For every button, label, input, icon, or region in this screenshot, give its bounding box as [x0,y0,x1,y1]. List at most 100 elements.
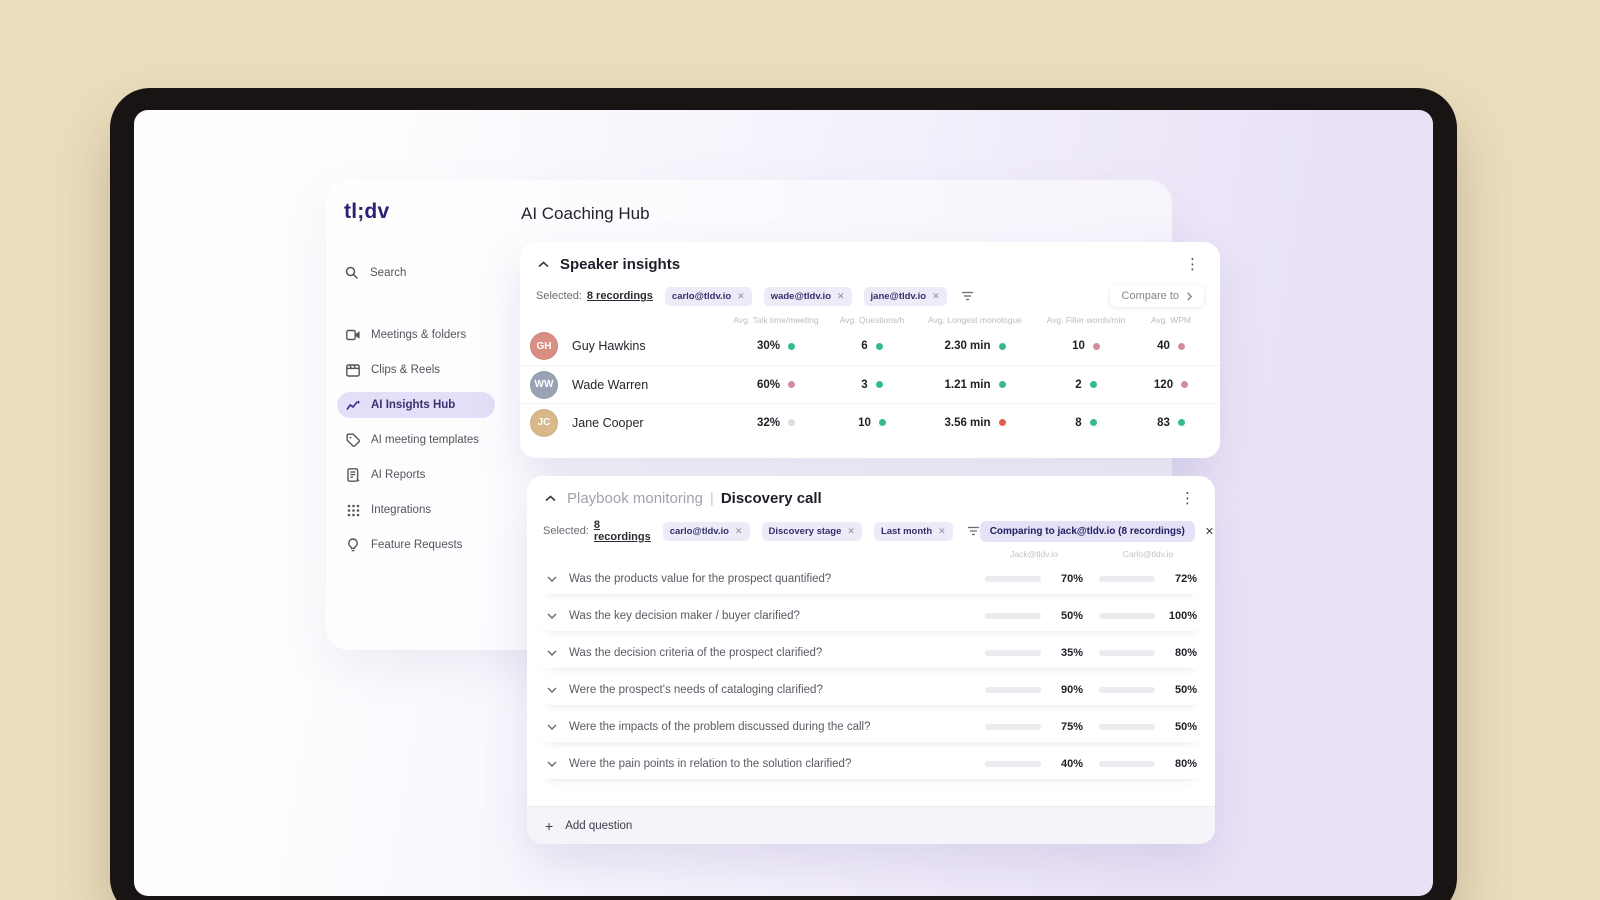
panel-title: Discovery call [720,490,822,507]
percent-value: 80% [1174,758,1197,770]
percent-value: 72% [1174,573,1197,585]
sidebar-item-ai-insights-hub[interactable]: AI Insights Hub [337,392,495,418]
metric-value: 6 [861,340,868,352]
metric-value: 83 [1157,416,1170,429]
sidebar-item-feature-requests[interactable]: Feature Requests [337,532,495,558]
status-dot [998,419,1006,426]
status-dot [998,342,1006,350]
sidebar-item-meetings-folders[interactable]: Meetings & folders [337,322,495,348]
chevron-down-icon[interactable] [547,573,559,585]
sidebar-nav: Meetings & folders Clips & Reels AI Insi… [337,322,495,558]
sidebar-item-integrations[interactable]: Integrations [337,497,495,523]
sidebar-item-label: Clips & Reels [371,364,441,376]
search-label: Search [370,267,407,279]
chevron-down-icon[interactable] [547,758,559,770]
chevron-down-icon[interactable] [547,721,559,733]
kebab-menu-icon[interactable]: ⋮ [1181,255,1204,274]
kebab-menu-icon[interactable]: ⋮ [1176,489,1199,508]
column-header: Avg. Longest monologue [928,315,1022,325]
sidebar-item-ai-meeting-templates[interactable]: AI meeting templates [337,427,495,453]
avatar: WW [530,370,558,399]
panel-title: Speaker insights [560,256,681,273]
chevron-down-icon[interactable] [547,684,559,696]
chip-label: jane@tldv.io [870,290,927,302]
filter-chip[interactable]: Discovery stage ✕ [761,521,862,541]
grid-dots-icon [345,502,361,518]
question-row[interactable]: Was the decision criteria of the prospec… [541,638,1201,668]
filter-chip[interactable]: jane@tldv.io ✕ [863,286,947,306]
close-icon[interactable]: ✕ [938,526,946,537]
metric-value: 2 [1075,378,1082,391]
metric-value: 30% [756,340,781,352]
speaker-name: Jane Cooper [572,415,644,430]
chevron-right-icon [1187,291,1192,301]
sidebar-item-label: AI Insights Hub [371,399,456,411]
laptop-frame: tl;dv Search Meetings & folders Clips & … [110,88,1457,900]
collapse-chevron-up-icon[interactable] [536,258,550,272]
speaker-name: Guy Hawkins [572,339,646,353]
filter-funnel-icon[interactable] [961,291,974,301]
clapperboard-icon [345,362,361,378]
question-row[interactable]: Were the impacts of the problem discusse… [541,712,1201,742]
recordings-link[interactable]: 8 recordings [594,519,651,543]
question-row[interactable]: Were the prospect's needs of cataloging … [541,675,1201,705]
question-text: Were the impacts of the problem discusse… [569,721,871,733]
progress-bar [1099,576,1155,582]
compare-to-button[interactable]: Compare to [1109,285,1204,307]
comparing-badge[interactable]: Comparing to jack@tldv.io (8 recordings) [979,520,1195,542]
progress-bar [1099,724,1155,730]
filter-chip[interactable]: Last month ✕ [873,521,953,541]
close-icon[interactable]: ✕ [735,526,743,537]
percent-value: 90% [1060,684,1083,696]
question-text: Were the pain points in relation to the … [569,758,852,770]
question-row[interactable]: Were the pain points in relation to the … [541,749,1201,779]
collapse-chevron-up-icon[interactable] [543,492,557,506]
close-icon[interactable]: ✕ [737,291,745,302]
search-button[interactable]: Search [344,265,406,281]
close-icon[interactable]: ✕ [847,526,855,537]
table-row[interactable]: JC Jane Cooper 32% 10 3.56 min 8 83 [520,403,1220,441]
filter-funnel-icon[interactable] [967,526,980,536]
filter-chip[interactable]: carlo@tldv.io ✕ [664,286,752,306]
table-row[interactable]: WW Wade Warren 60% 3 1.21 min 2 120 [520,365,1220,403]
progress-bar [985,724,1041,730]
close-icon[interactable]: ✕ [1205,525,1214,538]
close-icon[interactable]: ✕ [837,291,845,302]
chip-label: carlo@tldv.io [669,525,729,537]
chevron-down-icon[interactable] [547,610,559,622]
status-dot [1089,419,1097,426]
progress-bar [1099,613,1155,619]
sidebar-item-clips-reels[interactable]: Clips & Reels [337,357,495,383]
status-dot [998,381,1006,388]
filter-chip[interactable]: carlo@tldv.io ✕ [662,521,750,541]
question-row[interactable]: Was the products value for the prospect … [541,564,1201,594]
percent-value: 50% [1174,684,1197,696]
metric-value: 2.30 min [944,340,991,352]
metric-value: 10 [1072,340,1085,352]
status-dot [1089,381,1097,388]
metric-value: 10 [858,416,871,429]
add-question-button[interactable]: + Add question [527,806,1215,844]
metric-value: 3 [861,378,868,391]
status-dot [1092,342,1100,350]
metric-value: 32% [756,416,781,429]
title-separator: | [709,490,714,507]
close-icon[interactable]: ✕ [932,291,940,302]
progress-bar [1099,761,1155,767]
recordings-link[interactable]: 8 recordings [587,290,653,302]
filter-chip[interactable]: wade@tldv.io ✕ [763,286,852,306]
percent-value: 80% [1174,647,1197,659]
status-dot [788,381,796,388]
page-title: AI Coaching Hub [521,204,650,223]
sidebar-item-ai-reports[interactable]: AI Reports [337,462,495,488]
table-row[interactable]: GH Guy Hawkins 30% 6 2.30 min 10 40 [520,327,1220,365]
selected-label: Selected: [543,525,589,537]
column-header: Avg. Questions/h [839,315,905,325]
percent-value: 70% [1060,573,1083,585]
playbook-monitoring-panel: Playbook monitoring | Discovery call ⋮ S… [527,476,1215,844]
column-header: Avg. Talk time/meeting [733,315,819,325]
chevron-down-icon[interactable] [547,647,559,659]
question-row[interactable]: Was the key decision maker / buyer clari… [541,601,1201,631]
status-dot [788,419,796,426]
avatar: GH [530,332,558,360]
